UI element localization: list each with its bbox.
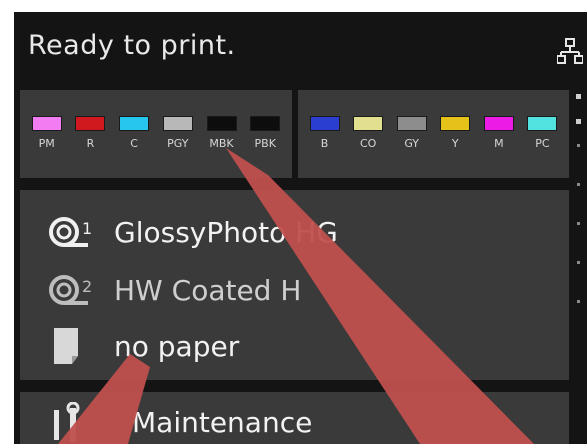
page-dot bbox=[576, 183, 580, 186]
paper-panel[interactable]: 1 GlossyPhoto HG 2 HW Coated H no paper bbox=[20, 190, 569, 380]
printer-screen: Ready to print. PM R C PGY MBK PBK B CO GY Y M PC bbox=[14, 12, 587, 444]
roll1-row[interactable]: 1 GlossyPhoto HG bbox=[48, 212, 338, 252]
sheet-paper-label: no paper bbox=[114, 329, 240, 363]
ink-panel-right[interactable]: B CO GY Y M PC bbox=[298, 90, 569, 178]
ink-co: CO bbox=[351, 116, 385, 150]
page-dot bbox=[575, 94, 581, 99]
ink-y: Y bbox=[438, 116, 472, 150]
maintenance-button[interactable]: Maintenance bbox=[20, 392, 569, 444]
ink-pc: PC bbox=[525, 116, 559, 150]
ink-swatch bbox=[396, 116, 427, 131]
ink-swatch bbox=[440, 116, 471, 131]
ink-label: PM bbox=[38, 137, 55, 150]
ink-label: PBK bbox=[254, 137, 276, 150]
page-dot bbox=[576, 222, 580, 225]
ink-swatch bbox=[162, 116, 193, 131]
roll2-row[interactable]: 2 HW Coated H bbox=[48, 270, 301, 310]
ink-pm: PM bbox=[30, 116, 64, 150]
ink-mbk: MBK bbox=[205, 116, 239, 150]
ink-label: MBK bbox=[209, 137, 234, 150]
ink-swatch bbox=[31, 116, 62, 131]
roll1-paper-label: GlossyPhoto HG bbox=[114, 215, 338, 249]
roll1-icon: 1 bbox=[48, 212, 98, 252]
ink-pgy: PGY bbox=[161, 116, 195, 150]
ink-label: Y bbox=[451, 137, 459, 150]
ink-swatch bbox=[250, 116, 281, 131]
sheet-icon bbox=[48, 326, 98, 366]
ink-label: B bbox=[320, 137, 329, 150]
ink-c: C bbox=[117, 116, 151, 150]
roll2-icon: 2 bbox=[48, 270, 98, 310]
status-text: Ready to print. bbox=[28, 30, 236, 61]
ink-b: B bbox=[308, 116, 342, 150]
ink-panel-left[interactable]: PM R C PGY MBK PBK bbox=[20, 90, 292, 178]
ink-label: CO bbox=[359, 137, 377, 150]
ink-gy: GY bbox=[395, 116, 429, 150]
ink-swatch bbox=[206, 116, 237, 131]
ink-swatch bbox=[119, 116, 150, 131]
ink-label: R bbox=[86, 137, 95, 150]
ink-swatch bbox=[309, 116, 340, 131]
tools-icon bbox=[54, 402, 80, 442]
ink-label: GY bbox=[404, 137, 420, 150]
page-dot bbox=[576, 261, 580, 264]
roll2-paper-label: HW Coated H bbox=[114, 273, 302, 307]
page-dot bbox=[576, 300, 580, 303]
maintenance-label: Maintenance bbox=[132, 406, 313, 439]
ink-swatch bbox=[353, 116, 384, 131]
sheet-row[interactable]: no paper bbox=[48, 326, 239, 366]
svg-text:1: 1 bbox=[82, 219, 92, 238]
ink-label: C bbox=[130, 137, 138, 150]
page-dot bbox=[575, 119, 581, 124]
ink-label: M bbox=[494, 137, 504, 150]
ink-m: M bbox=[482, 116, 516, 150]
ink-label: PC bbox=[535, 137, 550, 150]
ink-pbk: PBK bbox=[248, 116, 282, 150]
ink-swatch bbox=[483, 116, 514, 131]
page-dot bbox=[576, 144, 580, 147]
svg-text:2: 2 bbox=[82, 277, 92, 296]
ink-swatch bbox=[527, 116, 558, 131]
ink-swatch bbox=[75, 116, 106, 131]
ink-label: PGY bbox=[167, 137, 189, 150]
page-indicator bbox=[573, 94, 583, 339]
ink-r: R bbox=[73, 116, 107, 150]
network-icon[interactable] bbox=[557, 38, 583, 66]
